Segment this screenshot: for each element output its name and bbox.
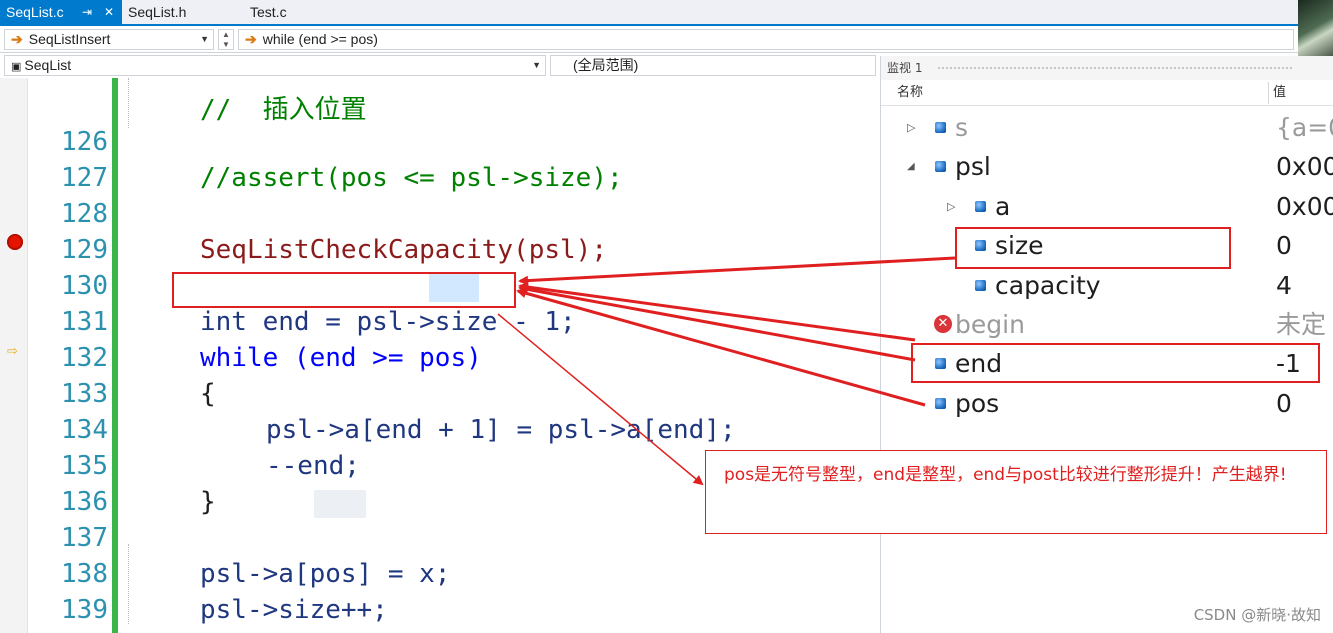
code-line: 139 } [0, 556, 152, 633]
watch-value: 0 [1276, 389, 1292, 418]
watch-row-s[interactable]: ▷ s {a=0 [881, 108, 1333, 148]
tab-seqlist-h[interactable]: SeqList.h [128, 0, 228, 24]
change-tracking-bar [112, 78, 118, 633]
pin-icon[interactable]: ⇥ [82, 0, 92, 24]
expand-icon[interactable]: ▷ [947, 187, 955, 227]
code-line: 138 psl->size++; [0, 520, 388, 625]
variable-icon [975, 201, 986, 212]
grip-dots [937, 66, 1294, 70]
expand-icon[interactable]: ▷ [907, 108, 915, 148]
code-line: 126 //assert(pos <= psl->size); [0, 88, 623, 193]
watch-row-capacity[interactable]: capacity 4 [881, 266, 1333, 306]
watch-title-bar: 监视 1 [881, 56, 1333, 80]
column-name-header[interactable]: 名称 [897, 80, 923, 106]
column-value-header[interactable]: 值 [1273, 80, 1286, 106]
variable-icon [935, 161, 946, 172]
watch-name: psl [955, 152, 991, 181]
document-tab-bar: SeqList.c ⇥ ✕ SeqList.h Test.c [0, 0, 1300, 26]
indent-guide [128, 544, 129, 624]
split-spinner[interactable]: ▲ ▼ [218, 29, 234, 50]
line-code: { [200, 379, 216, 409]
global-scope-combo[interactable]: (全局范围) [550, 55, 876, 76]
reference-highlight [314, 490, 366, 518]
code-line: 130 int end = psl->size - 1; [0, 232, 576, 337]
line-code: while (end >= pos) [200, 343, 482, 373]
watch-value: 4 [1276, 271, 1292, 300]
function-combo[interactable]: ➔ SeqListInsert ▼ [4, 29, 214, 50]
code-line: 136 [0, 448, 108, 517]
highlight-box-end [911, 343, 1320, 383]
watch-name: capacity [995, 271, 1101, 300]
code-line: 128 SeqListCheckCapacity(psl); [0, 160, 607, 265]
watch-value: 0x00 [1276, 192, 1333, 221]
project-icon: ▣ [11, 61, 22, 73]
tab-label: SeqList.h [128, 4, 187, 20]
watch-row-psl[interactable]: ◢ psl 0x00 [881, 147, 1333, 187]
watch-value: 0x00 [1276, 152, 1333, 181]
scope-arrow-icon: ➔ [245, 31, 257, 47]
line-code: } [200, 487, 216, 517]
dropdown-icon: ▼ [200, 34, 209, 44]
watermark: CSDN @新晓·故知 [1193, 606, 1321, 624]
code-line: 127 [0, 124, 108, 193]
code-line: 132 { [0, 304, 216, 409]
dropdown-icon: ▼ [532, 60, 541, 70]
watch-name: begin [955, 310, 1025, 339]
code-editor[interactable]: ⇨ // 插入位置 126 //assert(pos <= psl->size)… [0, 78, 880, 633]
watch-name: a [995, 192, 1011, 221]
collapse-icon[interactable]: ◢ [907, 147, 915, 187]
tab-test-c[interactable]: Test.c [250, 0, 330, 24]
highlight-box-while [172, 272, 516, 308]
watch-column-header: 名称 值 [881, 80, 1333, 106]
code-line: 134 --end; [0, 376, 360, 481]
highlight-box-size [955, 227, 1231, 269]
watch-name: s [955, 113, 969, 142]
project-scope-bar: ▣ SeqList ▼ (全局范围) [0, 53, 880, 79]
variable-icon [975, 280, 986, 291]
line-code: int end = psl->size - 1; [200, 307, 576, 337]
watch-row-pos[interactable]: pos 0 [881, 384, 1333, 424]
function-arrow-icon: ➔ [11, 31, 23, 47]
column-separator[interactable] [1268, 82, 1269, 104]
line-code: } [136, 628, 152, 633]
watch-value: 未定 [1276, 310, 1327, 339]
navigation-bar: ➔ SeqListInsert ▼ ▲ ▼ ➔ while (end >= pos) [0, 27, 1298, 53]
code-line: 129 [0, 196, 108, 265]
line-code: SeqListCheckCapacity(psl); [200, 235, 607, 265]
line-code: psl->a[end + 1] = psl->a[end]; [266, 415, 736, 445]
indent-guide [128, 78, 129, 128]
line-code: psl->a[pos] = x; [200, 559, 451, 589]
watch-title: 监视 1 [887, 61, 923, 75]
watch-value: 0 [1276, 231, 1292, 260]
avatar-thumbnail [1298, 0, 1333, 62]
line-code: //assert(pos <= psl->size); [200, 163, 623, 193]
tab-label: SeqList.c [6, 4, 64, 20]
line-code: --end; [266, 451, 360, 481]
watch-value: {a=0 [1276, 113, 1333, 142]
annotation-note: pos是无符号整型，end是整型，end与post比较进行整形提升！产生越界! [705, 450, 1327, 534]
tab-label: Test.c [250, 4, 287, 20]
code-line: 137 psl->a[pos] = x; [0, 484, 450, 589]
code-line: 135 } [0, 412, 216, 517]
watch-row-a[interactable]: ▷ a 0x00 [881, 187, 1333, 227]
scope-combo[interactable]: ➔ while (end >= pos) [238, 29, 1294, 50]
watch-name: pos [955, 389, 1000, 418]
scope-combo-value: while (end >= pos) [262, 31, 378, 47]
code-line: 133 psl->a[end + 1] = psl->a[end]; [0, 340, 736, 445]
close-icon[interactable]: ✕ [104, 0, 114, 24]
watch-row-begin[interactable]: ✕ begin 未定 [881, 305, 1333, 345]
error-icon: ✕ [934, 315, 952, 333]
variable-icon [935, 122, 946, 133]
line-number: 140 [36, 628, 108, 633]
variable-icon [935, 398, 946, 409]
tab-seqlist-c[interactable]: SeqList.c ⇥ ✕ [0, 0, 122, 24]
code-line: 140 [0, 592, 108, 633]
project-combo-value: SeqList [24, 57, 72, 73]
line-code: psl->size++; [200, 595, 388, 625]
global-scope-value: (全局范围) [573, 57, 639, 73]
function-combo-value: SeqListInsert [28, 31, 111, 47]
code-line: 131 while (end >= pos) [0, 268, 482, 373]
project-combo[interactable]: ▣ SeqList ▼ [4, 55, 546, 76]
